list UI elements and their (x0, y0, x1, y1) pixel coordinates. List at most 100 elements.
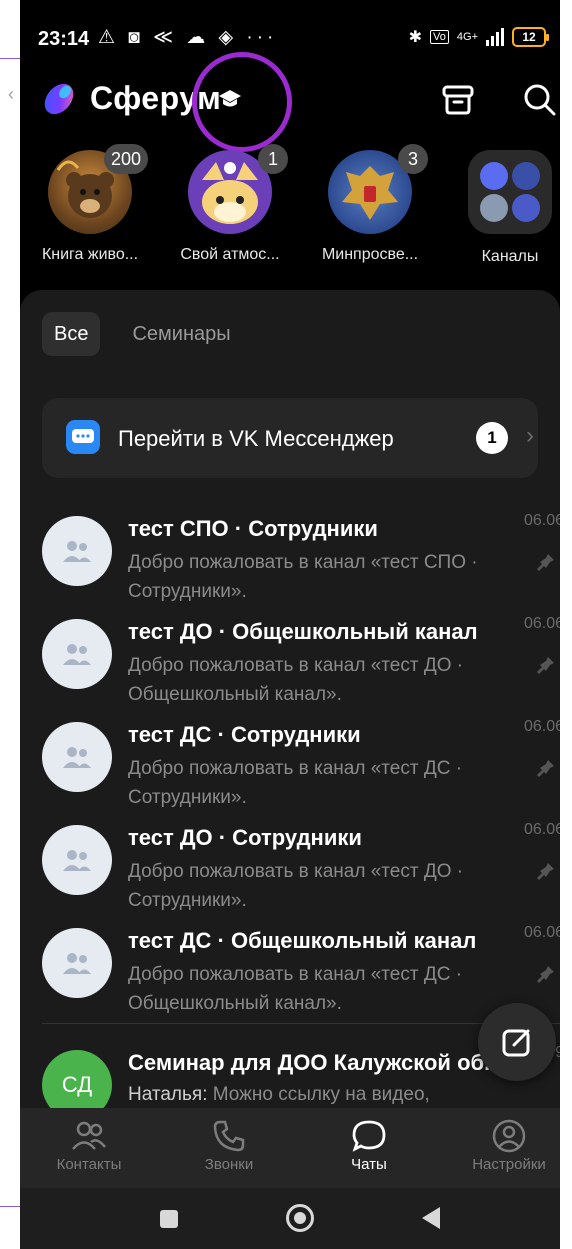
bottom-navigation: Контакты Звонки Чаты Настройки (20, 1108, 560, 1188)
status-bar: 23:14 ⚠ ◙ ≪ ☁ ◈ ··· ✱ Vo 4G+ 12 (20, 0, 560, 80)
tab-seminars[interactable]: Семинары (120, 312, 242, 356)
compose-button[interactable] (478, 1003, 556, 1081)
group-avatar-icon (42, 516, 112, 586)
story-badge: 1 (258, 144, 288, 174)
chat-date: 06.06 (523, 615, 560, 632)
story-label: Минпросве... (321, 246, 419, 263)
message-text: Можно ссылку на видео, (207, 1084, 430, 1105)
channel-dot (480, 194, 508, 222)
chat-title: тест СПО · Сотрудники (128, 516, 378, 541)
filter-tabs: Все Семинары (42, 312, 243, 356)
chat-date: 06.06 (523, 924, 560, 941)
nav-label: Настройки (472, 1156, 546, 1173)
channels-item[interactable]: Каналы (445, 150, 560, 266)
message-sender: Наталья: (128, 1084, 208, 1105)
chat-date: 06.06 (523, 718, 560, 735)
status-right-icons: ✱ Vo 4G+ 12 (408, 27, 549, 47)
chat-preview: Добро пожаловать в канал «тест ДО · Сотр… (128, 861, 464, 911)
story-avatar: 1 (188, 144, 288, 234)
story-badge: 200 (103, 144, 148, 174)
compose-icon (502, 1029, 530, 1057)
chat-title: тест ДО · Сотрудники (128, 825, 362, 850)
chat-row[interactable]: тест ДС · Общешкольный канал Добро пожал… (20, 920, 560, 1023)
vk-banner-badge: 1 (476, 422, 508, 454)
contacts-icon (24, 1116, 154, 1156)
chat-title: тест ДС · Сотрудники (128, 722, 361, 747)
chat-title: тест ДС · Общешкольный канал (128, 928, 477, 953)
annotation-circle (192, 52, 292, 152)
story-item[interactable]: 1 Свой атмос... (165, 144, 295, 264)
search-icon[interactable] (522, 82, 558, 118)
story-item[interactable]: 200 Книга живо... (25, 144, 155, 264)
story-avatar: 3 (328, 144, 428, 234)
nav-label: Контакты (56, 1156, 122, 1173)
group-avatar-icon (42, 722, 112, 792)
story-item[interactable]: 3 Минпросве... (305, 144, 435, 264)
chat-preview: Наталья: Можно ссылку на видео, (128, 1084, 430, 1106)
chat-preview: Добро пожаловать в канал «тест СПО · Сот… (128, 552, 478, 602)
vk-messenger-icon (66, 420, 100, 454)
archive-icon[interactable] (440, 82, 476, 118)
chat-preview: Добро пожаловать в канал «тест ДС · Сотр… (128, 758, 463, 808)
chat-preview: Добро пожаловать в канал «тест ДО · Обще… (128, 655, 464, 705)
background-right (560, 0, 572, 1249)
chats-panel: Все Семинары Перейти в VK Мессенджер 1 › (20, 290, 560, 1120)
chat-row[interactable]: тест ДС · Сотрудники Добро пожаловать в … (20, 714, 560, 817)
nav-settings[interactable]: Настройки (444, 1116, 560, 1173)
nav-calls[interactable]: Звонки (164, 1116, 294, 1173)
battery-icon: 12 (512, 27, 549, 47)
pin-icon (537, 554, 554, 571)
nav-label: Чаты (351, 1156, 387, 1173)
background-line (0, 58, 22, 59)
volte-icon: Vo (430, 30, 449, 44)
bluetooth-icon: ✱ (408, 29, 423, 46)
chat-date: 06.06 (523, 512, 560, 529)
vk-banner-text: Перейти в VK Мессенджер (118, 426, 394, 451)
channel-dot (512, 162, 540, 190)
channels-tile (468, 150, 552, 234)
nav-contacts[interactable]: Контакты (24, 1116, 154, 1173)
channel-dot (480, 162, 508, 190)
settings-icon (444, 1116, 560, 1156)
chat-list: тест СПО · Сотрудники Добро пожаловать в… (20, 508, 560, 1023)
pin-icon (537, 863, 554, 880)
chat-row[interactable]: тест ДО · Общешкольный канал Добро пожал… (20, 611, 560, 714)
group-avatar-icon (42, 825, 112, 895)
notification-icons: ⚠ ◙ ≪ ☁ ◈ ··· (98, 27, 278, 48)
network-type: 4G+ (456, 31, 478, 43)
phone-icon (164, 1116, 294, 1156)
nav-label: Звонки (204, 1156, 254, 1173)
system-navigation (20, 1188, 560, 1249)
chat-title: тест ДО · Общешкольный канал (128, 619, 478, 644)
channel-dot (512, 194, 540, 222)
background-line (0, 1206, 22, 1207)
chat-preview: Добро пожаловать в канал «тест ДС · Обще… (128, 964, 463, 1014)
sferum-logo-icon (44, 83, 74, 115)
recent-apps-icon[interactable] (160, 1210, 178, 1228)
chat-row[interactable]: тест СПО · Сотрудники Добро пожаловать в… (20, 508, 560, 611)
chat-icon (304, 1116, 434, 1156)
background-left (0, 0, 22, 1249)
chat-row[interactable]: тест ДО · Сотрудники Добро пожаловать в … (20, 817, 560, 920)
group-avatar-icon (42, 619, 112, 689)
tab-all[interactable]: Все (42, 312, 101, 356)
pin-icon (537, 966, 554, 983)
status-time: 23:14 (38, 28, 90, 50)
nav-chats[interactable]: Чаты (304, 1116, 434, 1173)
story-avatar: 200 (48, 144, 148, 234)
chevron-right-icon: › (526, 422, 534, 449)
back-icon[interactable] (422, 1207, 440, 1229)
stories-row: 200 Книга живо... 1 Свой атмос... 3 Минп… (20, 144, 560, 280)
chat-date: 9 (555, 1044, 560, 1061)
chat-title: Семинар для ДОО Калужской об... (128, 1050, 503, 1075)
pin-icon (537, 760, 554, 777)
pin-icon (537, 657, 554, 674)
chat-date: 06.06 (523, 821, 560, 838)
story-label: Книга живо... (41, 246, 139, 263)
group-avatar-icon (42, 928, 112, 998)
back-chevron-icon: ‹ (8, 84, 14, 104)
home-icon[interactable] (286, 1204, 314, 1232)
vk-messenger-banner[interactable]: Перейти в VK Мессенджер 1 › (42, 398, 538, 478)
story-label: Каналы (481, 248, 539, 265)
phone-screen: 23:14 ⚠ ◙ ≪ ☁ ◈ ··· ✱ Vo 4G+ 12 Сферум 2… (20, 0, 560, 1249)
